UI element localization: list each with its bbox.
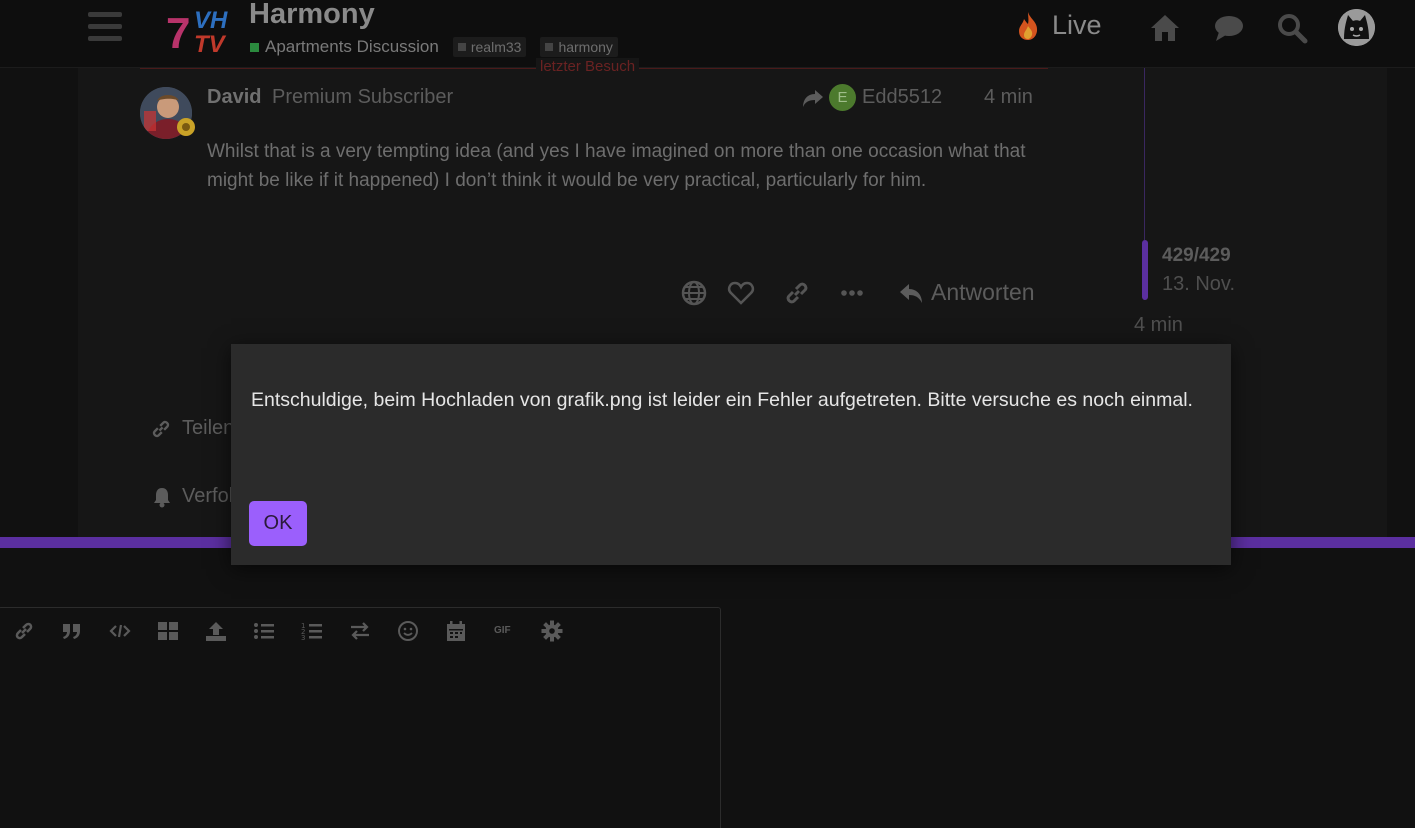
gif-button[interactable]: GIF (494, 620, 516, 642)
post-content: Whilst that is a very tempting idea (and… (207, 141, 1026, 191)
quote-icon[interactable] (61, 620, 83, 642)
menu-icon[interactable] (88, 12, 122, 42)
live-label: Live (1052, 10, 1102, 40)
timeline-end-date[interactable]: 4 min (1134, 314, 1183, 337)
toggle-direction-icon[interactable] (349, 620, 371, 642)
category-color-swatch (250, 42, 259, 52)
fire-icon (1019, 11, 1038, 40)
gear-icon[interactable] (541, 620, 563, 642)
svg-text:7: 7 (166, 9, 190, 54)
award-badge-icon (177, 118, 195, 136)
tag-label: harmony (558, 39, 613, 55)
site-header: 7 VH TV Harmony Apartments Discussion re… (0, 0, 1415, 68)
error-message: Entschuldige, beim Hochladen von grafik.… (251, 389, 1193, 411)
share-button[interactable]: Teilen (150, 417, 234, 440)
numbered-list-icon[interactable]: 1 2 3 (301, 620, 323, 642)
timeline-count: 429/429 (1162, 245, 1231, 266)
svg-text:VH: VH (194, 7, 228, 34)
tag-icon (457, 43, 466, 51)
category-label: Apartments Discussion (265, 37, 439, 56)
link-icon[interactable] (783, 279, 811, 307)
reply-to-username: Edd5512 (862, 86, 943, 108)
error-dialog: Entschuldige, beim Hochladen von grafik.… (231, 344, 1231, 565)
tag-icon (545, 43, 554, 51)
globe-icon[interactable] (680, 279, 708, 307)
topic-title[interactable]: Harmony (249, 0, 375, 31)
home-icon[interactable] (1149, 12, 1181, 44)
reply-icon (900, 283, 922, 303)
ok-button[interactable]: OK (249, 501, 307, 546)
more-options-icon[interactable] (838, 279, 866, 307)
grid-icon[interactable] (157, 620, 179, 642)
post-author-name[interactable]: David (207, 86, 261, 109)
post-date[interactable]: 4 min (984, 86, 1033, 109)
search-icon[interactable] (1276, 12, 1308, 44)
svg-text:3: 3 (301, 634, 305, 642)
timeline-track[interactable] (1144, 68, 1145, 240)
category-badge[interactable]: Apartments Discussion (250, 37, 439, 57)
post-author-title: Premium Subscriber (272, 86, 454, 108)
calendar-icon[interactable] (445, 620, 467, 642)
tag-label: realm33 (470, 39, 522, 55)
reply-to-link[interactable]: E Edd5512 (802, 84, 942, 111)
timeline-scroller[interactable] (1142, 240, 1148, 300)
bell-icon (154, 487, 170, 507)
chat-icon[interactable] (1213, 12, 1245, 44)
cat-avatar-icon (1338, 9, 1375, 46)
code-icon[interactable] (109, 620, 131, 642)
share-label: Teilen (182, 417, 235, 439)
svg-text:TV: TV (194, 31, 227, 54)
reply-label: Antworten (931, 279, 1035, 305)
site-logo[interactable]: 7 VH TV (158, 2, 240, 54)
live-link[interactable]: Live (1016, 10, 1102, 41)
user-avatar[interactable] (1338, 9, 1375, 46)
heart-icon[interactable] (727, 279, 755, 307)
emoji-icon[interactable] (397, 620, 419, 642)
topic-meta: Apartments Discussion realm33 harmony (250, 36, 618, 58)
timeline-date: 13. Nov. (1162, 273, 1235, 295)
last-visit-label: letzter Besuch (536, 58, 640, 75)
link-icon (152, 420, 170, 437)
upload-icon[interactable] (205, 620, 227, 642)
reply-to-avatar: E (829, 84, 856, 111)
tag-realm33[interactable]: realm33 (452, 37, 527, 57)
bullet-list-icon[interactable] (253, 620, 275, 642)
tag-harmony[interactable]: harmony (540, 37, 618, 57)
link-icon[interactable] (13, 620, 35, 642)
reply-button[interactable]: Antworten (899, 279, 1035, 306)
share-arrow-icon (803, 89, 823, 107)
